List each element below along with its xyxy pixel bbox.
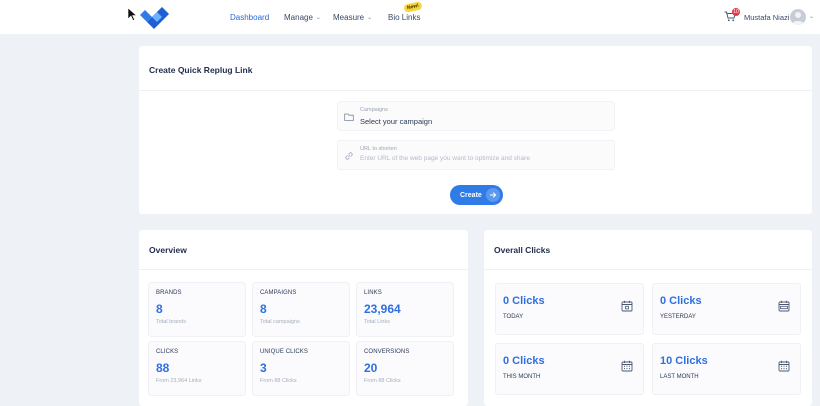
calendar-week-icon <box>778 300 790 312</box>
link-icon <box>345 152 353 160</box>
chevron-down-icon: ⌄ <box>367 14 373 21</box>
clicks-today[interactable]: 0 Clicks TODAY <box>495 283 644 335</box>
stat-campaigns[interactable]: CAMPAIGNS 8 Total campaigns <box>252 282 350 337</box>
calendar-month-icon <box>778 360 790 372</box>
user-avatar-icon <box>792 12 804 25</box>
card-divider <box>139 269 468 270</box>
replug-logo-icon[interactable] <box>138 7 172 29</box>
nav-measure[interactable]: Measure ⌄ <box>333 0 372 34</box>
card-divider <box>484 269 812 270</box>
stat-unique-clicks[interactable]: UNIQUE CLICKS 3 From 88 Clicks <box>252 341 350 396</box>
nav-manage[interactable]: Manage ⌄ <box>284 0 321 34</box>
user-name[interactable]: Mustafa Niazi <box>744 0 789 34</box>
campaign-value: Select your campaign <box>360 117 433 126</box>
nav-dashboard[interactable]: Dashboard <box>230 0 269 34</box>
card-divider <box>139 90 812 91</box>
chevron-down-icon: ⌄ <box>315 14 321 21</box>
folder-icon <box>344 113 354 121</box>
top-navbar: Dashboard Manage ⌄ Measure ⌄ Bio Links N… <box>0 0 820 34</box>
stat-links[interactable]: LINKS 23,964 Total Links <box>356 282 454 337</box>
quick-link-title: Create Quick Replug Link <box>149 65 253 75</box>
overview-title: Overview <box>149 245 187 255</box>
chevron-down-icon[interactable]: ⌄ <box>809 13 814 20</box>
mouse-cursor-icon <box>128 8 137 21</box>
calendar-day-icon <box>621 300 633 312</box>
stat-conversions[interactable]: CONVERSIONS 20 From 88 Clicks <box>356 341 454 396</box>
clicks-yesterday[interactable]: 0 Clicks YESTERDAY <box>652 283 801 335</box>
overall-clicks-title: Overall Clicks <box>494 245 551 255</box>
avatar[interactable] <box>790 9 806 25</box>
stat-brands[interactable]: BRANDS 8 Total brands <box>148 282 246 337</box>
url-label: URL to shorten <box>360 146 397 152</box>
clicks-last-month[interactable]: 10 Clicks LAST MONTH <box>652 343 801 395</box>
clicks-this-month[interactable]: 0 Clicks THIS MONTH <box>495 343 644 395</box>
url-input[interactable] <box>360 155 608 162</box>
campaign-label: Campaigns <box>360 107 388 113</box>
create-button[interactable]: Create <box>450 185 503 205</box>
campaign-select[interactable]: Campaigns Select your campaign <box>337 101 615 131</box>
calendar-month-icon <box>621 360 633 372</box>
arrow-right-icon <box>486 188 500 202</box>
url-field[interactable]: URL to shorten <box>337 140 615 170</box>
stat-clicks[interactable]: CLICKS 88 From 23,964 Links <box>148 341 246 396</box>
cart-count-badge: 10 <box>732 8 740 16</box>
